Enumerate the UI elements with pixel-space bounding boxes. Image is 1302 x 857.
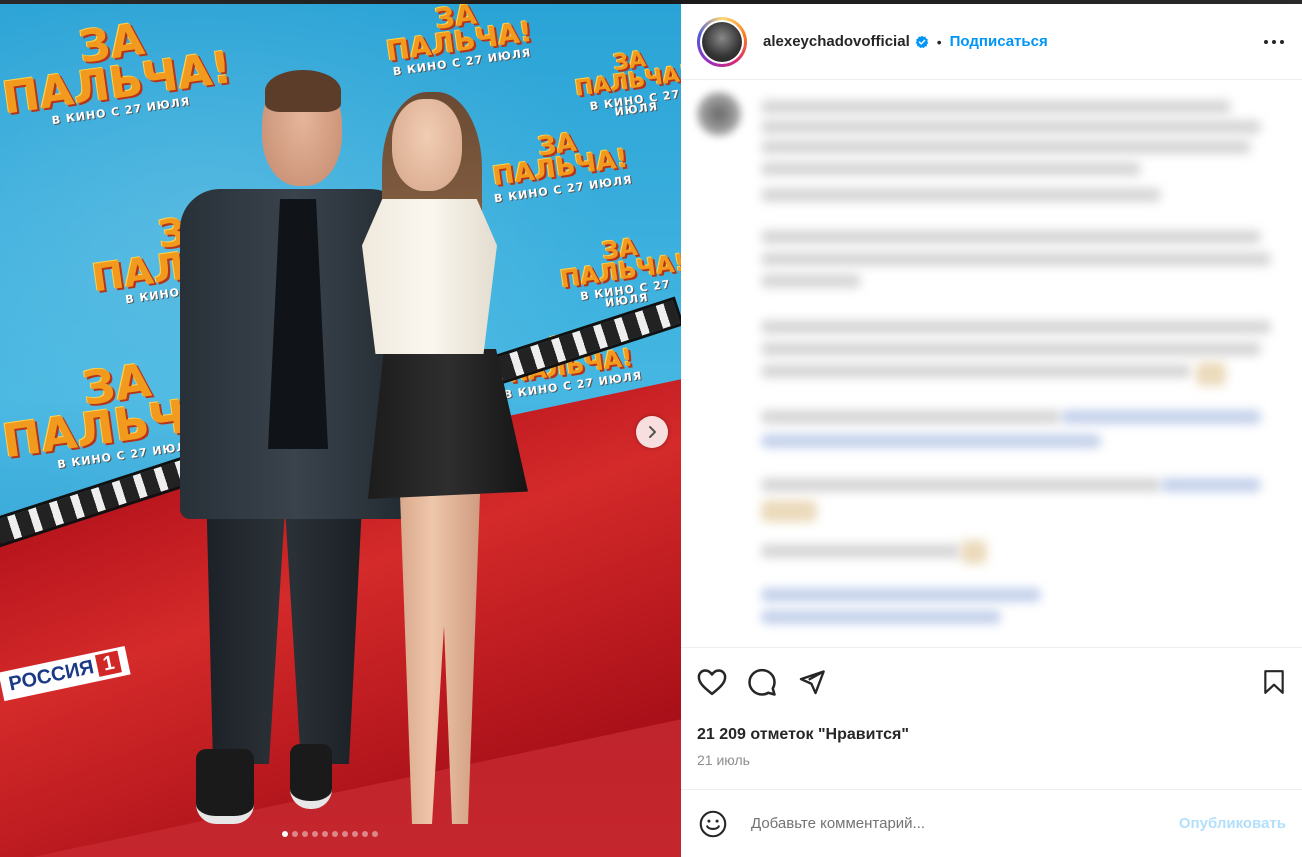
save-button[interactable] [1246,662,1286,702]
commenter-avatar [697,92,741,136]
comment-button[interactable] [747,662,787,702]
carousel-dot [352,831,358,837]
blurred-text-line [761,478,1161,492]
chevron-right-icon [649,426,656,438]
emoji-picker-button[interactable] [697,808,729,840]
carousel-dot [292,831,298,837]
person-man-shoe [290,744,332,809]
separator-dot: • [936,33,942,50]
post-actions: 21 209 отметок "Нравится" 21 июль [681,647,1302,789]
bookmark-icon [1264,670,1284,694]
more-options-button[interactable] [1262,30,1286,54]
person-man-hair [265,70,341,112]
blurred-text-line [761,342,1261,356]
smiley-icon [699,810,727,837]
blurred-emoji [761,500,817,522]
carousel-indicator [282,831,378,837]
blurred-emoji [1196,362,1226,386]
comment-bubble-icon [748,668,776,696]
share-button[interactable] [797,662,837,702]
avatar-border [700,19,744,64]
carousel-dot [312,831,318,837]
follow-button[interactable]: Подписаться [950,33,1048,50]
blurred-text-line [761,140,1251,154]
post-date[interactable]: 21 июль [697,752,1286,768]
comment-composer: Опубликовать [681,789,1302,857]
blurred-text-line [761,100,1231,114]
carousel-dot [302,831,308,837]
blurred-text-line [761,320,1271,334]
heart-icon [697,669,727,696]
blurred-text-line [761,120,1261,134]
blurred-hashtag-line [761,610,1001,624]
blurred-text-line [761,162,1141,176]
carousel-dot [332,831,338,837]
carousel-dot [372,831,378,837]
blurred-text-line [761,364,1191,378]
post-media[interactable]: ЗА ПАЛЬЧА! В КИНО С 27 ИЮЛЯ ЗА ПАЛЬЧА! В КИН… [0,4,681,857]
blurred-hashtag-line [1161,478,1261,492]
person-woman-legs [400,494,480,824]
verified-badge-icon [915,35,929,48]
blurred-text-line [761,230,1261,244]
blurred-text-line [761,188,1161,202]
person-woman-head [392,99,462,191]
comment-input[interactable] [751,815,1179,832]
person-woman-top [362,199,497,354]
blurred-text-line [761,252,1271,266]
avatar[interactable] [697,16,747,67]
carousel-next-button[interactable] [636,416,668,448]
person-man-shoe [196,749,254,824]
blurred-text-line [761,410,1061,424]
blurred-emoji [961,540,987,564]
carousel-dot [362,831,368,837]
publish-button[interactable]: Опубликовать [1179,815,1286,832]
blurred-hashtag-line [761,434,1101,448]
carousel-dot [322,831,328,837]
blurred-text-line [761,544,961,558]
carousel-dot [282,831,288,837]
like-button[interactable] [697,662,737,702]
avatar-image [702,21,742,62]
post-side-panel: alexeychadovofficial • Подписаться 21 20… [681,4,1302,857]
paper-plane-icon [799,670,825,695]
carousel-dot [342,831,348,837]
more-horizontal-icon [1264,39,1284,44]
blurred-text-line [761,274,861,288]
blurred-hashtag-line [761,588,1041,602]
action-icon-row [697,662,1286,702]
post-header: alexeychadovofficial • Подписаться [681,4,1302,80]
username-link[interactable]: alexeychadovofficial [763,33,910,50]
blurred-hashtag-line [1061,410,1261,424]
likes-count[interactable]: 21 209 отметок "Нравится" [697,726,1286,744]
caption-blurred [681,80,1302,647]
